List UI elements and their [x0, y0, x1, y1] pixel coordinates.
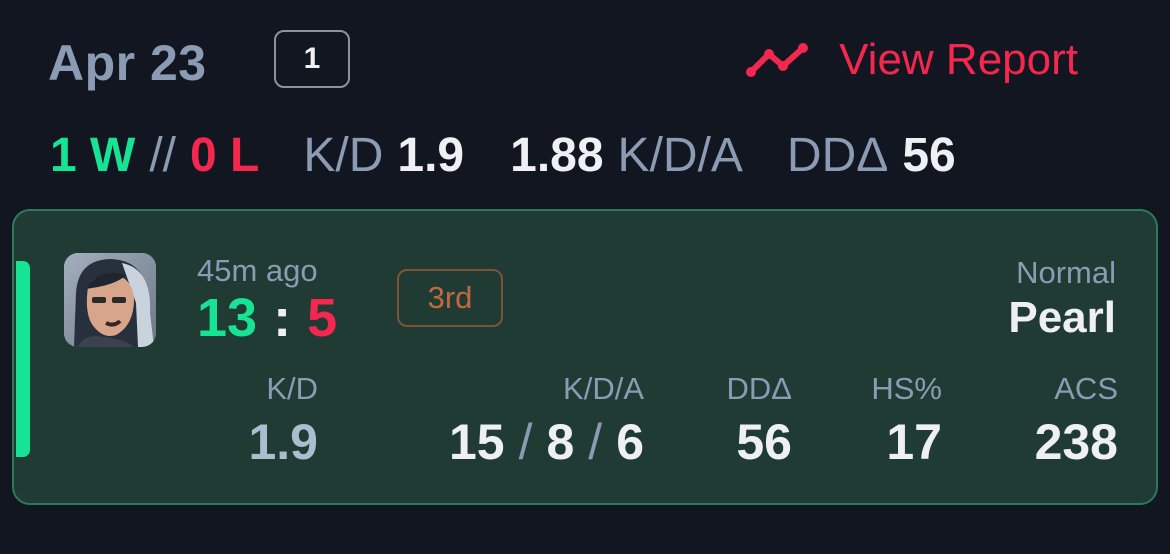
game-mode: Normal — [1016, 255, 1116, 290]
stat-value-hs: 17 — [886, 414, 942, 470]
trend-line-icon — [746, 43, 809, 77]
losses-count: 0 L — [190, 129, 260, 182]
map-name: Pearl — [1008, 293, 1116, 342]
day-header: Apr 23 1 View Report — [48, 28, 1128, 92]
stat-label-kd: K/D — [266, 371, 318, 406]
stat-label-kda: K/D/A — [563, 371, 644, 406]
stat-value-kd: 1.9 — [248, 414, 318, 470]
deaths-value: 8 — [546, 414, 575, 470]
kd-label: K/D — [303, 129, 384, 182]
kda-slash: / — [518, 414, 533, 470]
stat-value-kda: 15/8/6 — [449, 413, 644, 471]
wins-count: 1 W — [50, 129, 136, 182]
match-count-badge: 1 — [274, 30, 350, 88]
assists-value: 6 — [616, 414, 644, 470]
day-summary: 1 W // 0 L K/D 1.9 1.88 K/D/A DDΔ 56 — [50, 128, 956, 188]
stat-value-acs: 238 — [1034, 414, 1118, 470]
stat-label-acs: ACS — [1054, 371, 1118, 406]
match-card[interactable]: 45m ago 13:5 3rd Normal Pearl K/D 1.9 K/… — [12, 209, 1158, 505]
kda-value: 1.88 — [510, 129, 604, 182]
dda-label: DDΔ — [786, 129, 889, 182]
ally-score: 13 — [197, 288, 258, 348]
kda-label: K/D/A — [617, 129, 743, 182]
view-report-button[interactable]: View Report — [745, 28, 1078, 92]
time-ago: 45m ago — [197, 253, 318, 288]
date-label: Apr 23 — [48, 35, 207, 91]
dda-value: 56 — [902, 129, 956, 182]
kd-value: 1.9 — [397, 129, 465, 182]
kills-value: 15 — [448, 414, 505, 470]
score-colon: : — [273, 288, 292, 348]
placement-badge: 3rd — [397, 269, 503, 327]
enemy-score: 5 — [307, 288, 338, 348]
view-report-label: View Report — [839, 35, 1078, 84]
win-indicator-bar — [16, 261, 30, 457]
stat-label-dda: DDΔ — [726, 371, 792, 406]
stat-label-hs: HS% — [871, 371, 942, 406]
match-score: 13:5 — [197, 287, 337, 349]
stat-value-dda: 56 — [736, 414, 792, 470]
kda-slash: / — [588, 414, 603, 470]
record-separator: // — [149, 129, 177, 182]
agent-portrait-icon — [64, 253, 156, 347]
